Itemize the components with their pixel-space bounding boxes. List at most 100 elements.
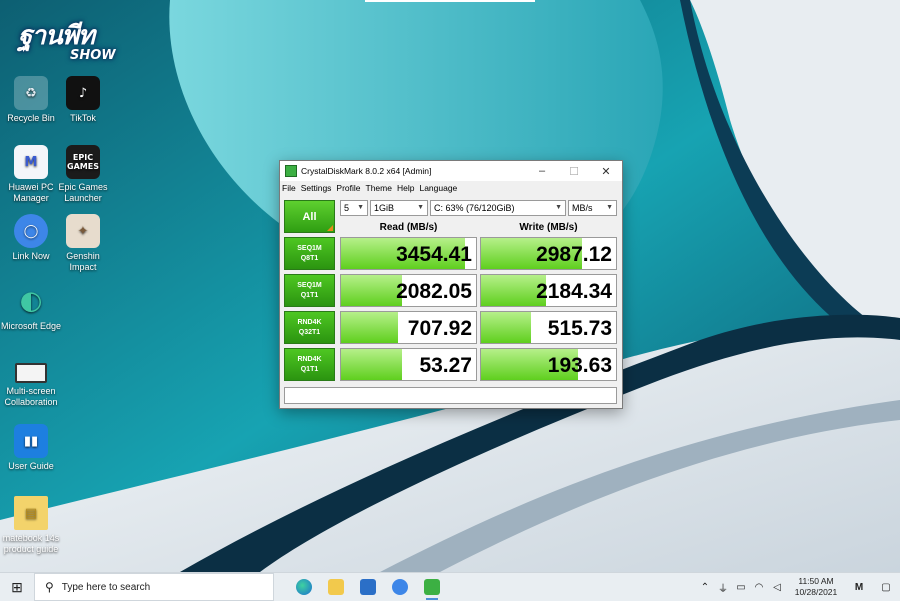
comment-input[interactable] [284, 387, 617, 404]
edge-icon [296, 579, 312, 595]
folder-icon [328, 579, 344, 595]
menu-settings[interactable]: Settings [301, 183, 332, 193]
taskbar-link-now-button[interactable] [384, 573, 416, 601]
multi-screen-icon [15, 363, 47, 383]
app-icon [285, 165, 297, 177]
count-select[interactable]: 5 ▼ [340, 200, 368, 216]
write-result-cell: 193.63 [480, 348, 617, 381]
read-value: 53.27 [419, 354, 472, 377]
desktop-icon-label: Epic Games Launcher [58, 182, 108, 203]
user-guide-icon: ▮▮ [14, 424, 48, 458]
folder-icon: ▤ [14, 496, 48, 530]
desktop-icon-label: Multi-screen Collaboration [4, 386, 58, 407]
write-result-cell: 2184.34 [480, 274, 617, 307]
start-button[interactable]: ⊞ [0, 573, 34, 601]
desktop-icon-label: Huawei PC Manager [8, 182, 54, 203]
mail-icon [360, 579, 376, 595]
read-value: 2082.05 [396, 280, 472, 303]
maximize-button[interactable]: ☐ [558, 161, 590, 181]
desktop-icon-label: Link Now [12, 251, 50, 261]
chevron-down-icon: ▼ [417, 204, 424, 211]
window-title: CrystalDiskMark 8.0.2 x64 [Admin] [301, 166, 432, 176]
link-now-icon: ◯ [14, 214, 48, 248]
write-bar [481, 312, 531, 343]
minimize-button[interactable]: – [526, 161, 558, 181]
desktop-icon-user-guide[interactable]: ▮▮ User Guide [0, 424, 62, 472]
write-value: 193.63 [547, 354, 612, 377]
edge-icon: ◐ [19, 285, 43, 316]
menu-theme[interactable]: Theme [366, 183, 392, 193]
desktop-icon-label: User Guide [8, 461, 54, 471]
menu-file[interactable]: File [282, 183, 296, 193]
test-seq1m-q8t1-button[interactable]: SEQ1M Q8T1 [284, 237, 335, 270]
crystaldiskmark-window: CrystalDiskMark 8.0.2 x64 [Admin] – ☐ ✕ … [279, 160, 623, 409]
size-select[interactable]: 1GiB ▼ [370, 200, 428, 216]
taskbar-search-box[interactable]: ⚲ Type here to search [34, 573, 274, 601]
taskbar-crystaldiskmark-button[interactable] [416, 573, 448, 601]
taskbar-file-explorer-button[interactable] [320, 573, 352, 601]
all-button[interactable]: All [284, 200, 335, 233]
volume-icon[interactable]: ◁ [768, 582, 786, 593]
write-result-cell: 515.73 [480, 311, 617, 344]
search-icon: ⚲ [45, 580, 54, 594]
chevron-down-icon: ▼ [357, 204, 364, 211]
desktop-icon-tiktok[interactable]: ♪ TikTok [52, 76, 114, 124]
read-value: 3454.41 [396, 243, 472, 266]
taskbar-clock[interactable]: 11:50 AM 10/28/2021 [786, 576, 846, 598]
taskbar: ⊞ ⚲ Type here to search ⌃ ⏚ ▭ ◠ ◁ 11:50 … [0, 572, 900, 601]
unit-select[interactable]: MB/s ▼ [568, 200, 617, 216]
read-result-cell: 2082.05 [340, 274, 477, 307]
read-header: Read (MB/s) [379, 222, 438, 233]
chevron-up-icon[interactable]: ⌃ [696, 582, 714, 593]
write-header: Write (MB/s) [519, 222, 578, 233]
chevron-down-icon: ▼ [555, 204, 562, 211]
test-rnd4k-q32t1-button[interactable]: RND4K Q32T1 [284, 311, 335, 344]
close-button[interactable]: ✕ [590, 161, 622, 181]
drive-select[interactable]: C: 63% (76/120GiB) ▼ [430, 200, 566, 216]
search-placeholder: Type here to search [61, 581, 151, 593]
usb-icon[interactable]: ⏚ [714, 580, 732, 595]
size-value: 1GiB [374, 203, 395, 213]
desktop-icon-edge[interactable]: ◐ Microsoft Edge [0, 284, 62, 332]
test-seq1m-q1t1-button[interactable]: SEQ1M Q1T1 [284, 274, 335, 307]
desktop-icon-folder[interactable]: ▤ matebook 14s product guide [0, 496, 66, 555]
tiktok-icon: ♪ [66, 76, 100, 110]
taskbar-mail-button[interactable] [352, 573, 384, 601]
desktop-icon-multi-screen[interactable]: Multi-screen Collaboration [0, 363, 62, 408]
row-label-line2: Q32T1 [298, 328, 321, 336]
row-label-line1: SEQ1M [297, 244, 322, 252]
read-bar [341, 312, 398, 343]
wifi-icon[interactable]: ◠ [750, 582, 768, 593]
watermark-logo: ฐานพีท SHOW [18, 23, 116, 66]
desktop-icon-label: Genshin Impact [66, 251, 100, 272]
read-result-cell: 3454.41 [340, 237, 477, 270]
unit-value: MB/s [572, 203, 593, 213]
row-label-line1: SEQ1M [297, 281, 322, 289]
window-titlebar[interactable]: CrystalDiskMark 8.0.2 x64 [Admin] – ☐ ✕ [280, 161, 622, 181]
write-value: 2987.12 [536, 243, 612, 266]
desktop-icon-genshin-impact[interactable]: ✦ Genshin Impact [52, 214, 114, 273]
desktop-icon-label: matebook 14s product guide [2, 533, 60, 554]
desktop-icon-epic-games[interactable]: EPIC GAMES Epic Games Launcher [52, 145, 114, 204]
watermark-line2: SHOW [70, 48, 116, 63]
read-value: 707.92 [407, 317, 472, 340]
write-result-cell: 2987.12 [480, 237, 617, 270]
desktop-icon-label: Recycle Bin [7, 113, 55, 123]
row-label-line1: RND4K [297, 355, 322, 363]
battery-icon[interactable]: ▭ [732, 582, 750, 593]
test-rnd4k-q1t1-button[interactable]: RND4K Q1T1 [284, 348, 335, 381]
drive-value: C: 63% (76/120GiB) [434, 203, 515, 213]
menu-help[interactable]: Help [397, 183, 414, 193]
clock-date: 10/28/2021 [794, 587, 838, 597]
clock-time: 11:50 AM [798, 576, 834, 586]
notifications-icon[interactable]: ▢ [872, 582, 900, 593]
menu-language[interactable]: Language [419, 183, 457, 193]
row-label-line2: Q1T1 [300, 365, 319, 373]
taskbar-edge-button[interactable] [288, 573, 320, 601]
huawei-pc-manager-tray-icon[interactable]: M [846, 582, 872, 593]
menu-profile[interactable]: Profile [336, 183, 360, 193]
genshin-impact-icon: ✦ [66, 214, 100, 248]
read-result-cell: 707.92 [340, 311, 477, 344]
all-button-label: All [302, 210, 317, 223]
read-bar [341, 349, 402, 380]
